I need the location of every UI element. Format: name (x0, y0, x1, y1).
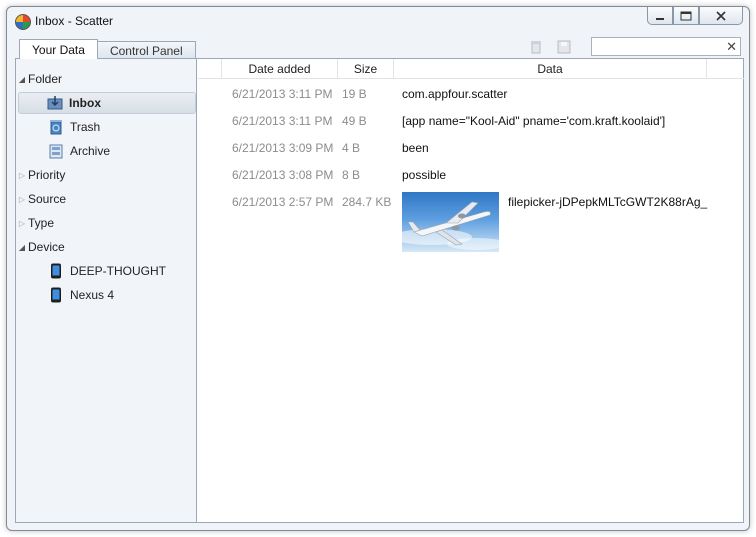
collapsed-arrow-icon[interactable]: ▷ (16, 195, 28, 204)
table-row[interactable]: 6/21/2013 3:09 PM 4 B been (198, 135, 744, 161)
tree-device[interactable]: ◢ Device (16, 236, 194, 258)
cell-data: com.appfour.scatter (402, 87, 508, 101)
sidebar-item-label: DEEP-THOUGHT (70, 264, 166, 278)
tree-folder[interactable]: ◢ Folder (16, 68, 194, 90)
cell-data: possible (402, 168, 447, 182)
tree-type-label: Type (28, 216, 55, 230)
scatter-app-icon (15, 14, 31, 30)
window-controls (647, 7, 743, 27)
tree-folder-label: Folder (28, 72, 63, 86)
cell-size: 8 B (342, 168, 361, 182)
expand-arrow-icon[interactable]: ◢ (16, 243, 28, 252)
airplane-photo-thumbnail[interactable] (402, 192, 499, 252)
cell-size: 284.7 KB (342, 195, 392, 209)
table-row[interactable]: 6/21/2013 3:11 PM 19 B com.appfour.scatt… (198, 81, 744, 107)
title-bar: Inbox - Scatter (7, 7, 749, 37)
close-icon (716, 10, 726, 21)
cell-date: 6/21/2013 3:11 PM (232, 114, 333, 128)
cell-size: 4 B (342, 141, 361, 155)
delete-icon[interactable] (528, 39, 544, 55)
sidebar-tree: ◢ Folder Inbox Trash Archive ▷ Priority … (16, 59, 197, 522)
cell-size: 19 B (342, 87, 367, 101)
close-button[interactable] (699, 7, 743, 25)
search-box[interactable]: ✕ (591, 37, 741, 56)
table-row[interactable]: 6/21/2013 3:11 PM 49 B [app name="Kool-A… (198, 108, 744, 134)
tree-priority[interactable]: ▷ Priority (16, 164, 194, 186)
tab-control-panel[interactable]: Control Panel (96, 41, 196, 59)
sidebar-item-label: Inbox (69, 96, 101, 110)
tree-source-label: Source (28, 192, 67, 206)
tree-type[interactable]: ▷ Type (16, 212, 194, 234)
cell-date: 6/21/2013 3:09 PM (232, 141, 334, 155)
header-spacer (198, 59, 222, 79)
tab-bar: Your Data Control Panel (19, 39, 196, 59)
sidebar-item-inbox[interactable]: Inbox (18, 92, 196, 114)
sidebar-item-archive[interactable]: Archive (16, 140, 194, 162)
column-header-size[interactable]: Size (338, 59, 394, 79)
archive-icon (48, 143, 64, 159)
tree-source[interactable]: ▷ Source (16, 188, 194, 210)
sidebar-item-label: Trash (70, 120, 101, 134)
app-window: Inbox - Scatter Your Data Control Panel … (6, 6, 750, 531)
expand-arrow-icon[interactable]: ◢ (16, 75, 28, 84)
phone-icon (48, 287, 64, 303)
maximize-icon (680, 11, 692, 20)
cell-date: 6/21/2013 3:11 PM (232, 87, 333, 101)
inbox-icon (47, 95, 63, 111)
content-area: ◢ Folder Inbox Trash Archive ▷ Priority … (15, 58, 744, 523)
phone-icon (48, 263, 64, 279)
cell-date: 6/21/2013 2:57 PM (232, 195, 334, 209)
trash-icon (48, 119, 64, 135)
tree-device-label: Device (28, 240, 65, 254)
sidebar-item-nexus-4[interactable]: Nexus 4 (16, 284, 194, 306)
sidebar-item-label: Archive (70, 144, 111, 158)
collapsed-arrow-icon[interactable]: ▷ (16, 219, 28, 228)
maximize-button[interactable] (673, 7, 699, 25)
save-icon[interactable] (556, 39, 572, 55)
column-header-date[interactable]: Date added (222, 59, 338, 79)
clear-search-icon[interactable]: ✕ (726, 39, 737, 55)
tree-priority-label: Priority (28, 168, 66, 182)
window-title: Inbox - Scatter (35, 14, 114, 28)
toolbar (528, 39, 572, 55)
cell-size: 49 B (342, 114, 367, 128)
sidebar-item-trash[interactable]: Trash (16, 116, 194, 138)
cell-data: filepicker-jDPepkMLTcGWT2K88rAg_ (508, 195, 708, 209)
table-row[interactable]: 6/21/2013 2:57 PM 284.7 KB filepicker-jD (198, 189, 744, 259)
tab-your-data[interactable]: Your Data (19, 39, 98, 59)
collapsed-arrow-icon[interactable]: ▷ (16, 171, 28, 180)
column-header-data[interactable]: Data (394, 59, 707, 79)
table-header: Date added Size Data (198, 59, 744, 79)
minimize-button[interactable] (647, 7, 673, 25)
cell-data: been (402, 141, 429, 155)
cell-date: 6/21/2013 3:08 PM (232, 168, 334, 182)
sidebar-item-label: Nexus 4 (70, 288, 115, 302)
sidebar-item-deep-thought[interactable]: DEEP-THOUGHT (16, 260, 194, 282)
table-row[interactable]: 6/21/2013 3:08 PM 8 B possible (198, 162, 744, 188)
cell-data: [app name="Kool-Aid" pname='com.kraft.ko… (402, 114, 666, 128)
search-input[interactable] (592, 38, 720, 55)
minimize-icon (656, 17, 664, 20)
data-table: Date added Size Data 6/21/2013 3:11 PM 1… (198, 59, 744, 522)
